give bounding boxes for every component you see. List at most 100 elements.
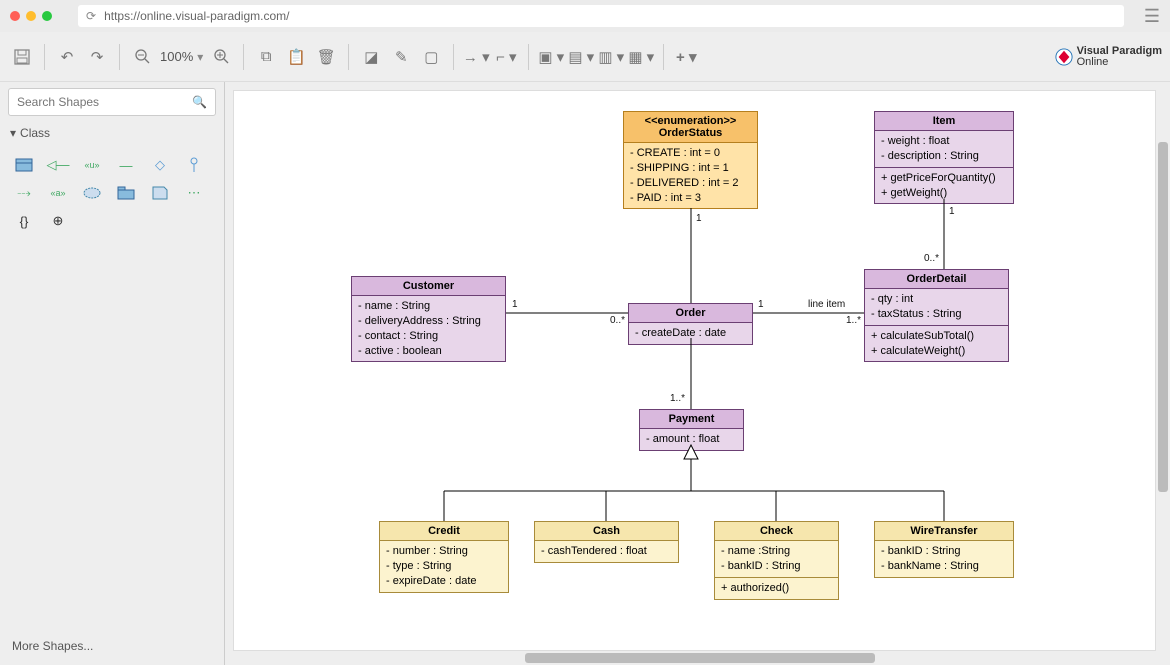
distribute-button[interactable]: ▦ ▾: [627, 43, 655, 71]
class-order-detail[interactable]: OrderDetail - qty : int - taxStatus : St…: [864, 269, 1009, 362]
palette-class-icon[interactable]: [10, 154, 38, 176]
palette-dependency-icon[interactable]: ⤏: [10, 182, 38, 204]
class-name: OrderStatus: [630, 127, 751, 139]
horizontal-scrollbar[interactable]: [225, 651, 1156, 665]
class-name: Cash: [535, 522, 678, 540]
palette-association-icon[interactable]: —: [112, 154, 140, 176]
class-name: Order: [629, 304, 752, 322]
redo-button[interactable]: ↷: [83, 43, 111, 71]
palette-package-icon[interactable]: [112, 182, 140, 204]
palette-aggregation-icon[interactable]: ◇: [146, 154, 174, 176]
search-input[interactable]: [17, 95, 192, 109]
vertical-scrollbar[interactable]: [1156, 82, 1170, 651]
palette-usage-icon[interactable]: «u»: [78, 154, 106, 176]
shadow-button[interactable]: ▢: [417, 43, 445, 71]
class-name: Credit: [380, 522, 508, 540]
url-bar[interactable]: ⟳ https://online.visual-paradigm.com/: [78, 5, 1124, 27]
class-cash[interactable]: Cash - cashTendered : float: [534, 521, 679, 563]
class-customer[interactable]: Customer - name : String - deliveryAddre…: [351, 276, 506, 362]
attrs: - CREATE : int = 0 - SHIPPING : int = 1 …: [624, 142, 757, 208]
attrs: - createDate : date: [629, 322, 752, 344]
to-back-button[interactable]: ▤ ▾: [567, 43, 595, 71]
add-button[interactable]: + ▾: [672, 43, 700, 71]
attrs: - bankID : String - bankName : String: [875, 540, 1013, 577]
class-name: Check: [715, 522, 838, 540]
attrs: - qty : int - taxStatus : String: [865, 288, 1008, 325]
category-class[interactable]: ▾ Class: [8, 122, 216, 144]
attrs: - name :String - bankID : String: [715, 540, 838, 577]
class-item[interactable]: Item - weight : float - description : St…: [874, 111, 1014, 204]
palette-abstraction-icon[interactable]: «a»: [44, 182, 72, 204]
delete-button[interactable]: 🗑: [312, 43, 340, 71]
logo-text-bottom: Online: [1077, 56, 1109, 68]
class-name: Item: [875, 112, 1013, 130]
category-label: Class: [20, 126, 50, 140]
refresh-icon[interactable]: ⟳: [86, 9, 96, 23]
mult-item: 1: [949, 206, 955, 217]
url-text: https://online.visual-paradigm.com/: [104, 9, 289, 23]
hamburger-menu-icon[interactable]: ☰: [1144, 6, 1160, 27]
attrs: - cashTendered : float: [535, 540, 678, 562]
palette-collaboration-icon[interactable]: [78, 182, 106, 204]
zoom-value[interactable]: 100%: [160, 49, 193, 64]
class-name: Customer: [352, 277, 505, 295]
maximize-window-icon[interactable]: [42, 11, 52, 21]
browser-bar: ⟳ https://online.visual-paradigm.com/ ☰: [0, 0, 1170, 32]
sidebar: 🔍 ▾ Class ◁— «u» — ◇ ⤏ «a» ⋯ {} ⊕: [0, 82, 225, 665]
attrs: - name : String - deliveryAddress : Stri…: [352, 295, 505, 361]
stereotype-label: <<enumeration>>: [630, 115, 751, 127]
attrs: - number : String - type : String - expi…: [380, 540, 508, 592]
class-name: OrderDetail: [865, 270, 1008, 288]
connector-button[interactable]: → ▾: [462, 43, 490, 71]
toolbar: ↶ ↷ 100% ▾ ⧉ 📋 🗑 ◪ ✎ ▢ → ▾ ⌐ ▾ ▣ ▾ ▤ ▾ ▥…: [0, 32, 1170, 82]
mult-orderstatus: 1: [696, 213, 702, 224]
vscroll-thumb[interactable]: [1158, 142, 1168, 492]
hscroll-thumb[interactable]: [525, 653, 875, 663]
save-button[interactable]: [8, 43, 36, 71]
diagram-canvas[interactable]: <<enumeration>> OrderStatus - CREATE : i…: [233, 90, 1156, 651]
zoom-dropdown-icon[interactable]: ▾: [197, 50, 203, 64]
paste-button[interactable]: 📋: [282, 43, 310, 71]
role-lineitem: line item: [808, 299, 845, 310]
mult-orderdetail-top: 0..*: [924, 253, 939, 264]
mult-payment: 1..*: [670, 393, 685, 404]
palette-anchor-icon[interactable]: ⋯: [180, 182, 208, 204]
align-button[interactable]: ▥ ▾: [597, 43, 625, 71]
palette-generalization-icon[interactable]: ◁—: [44, 154, 72, 176]
attrs: - amount : float: [640, 428, 743, 450]
shape-palette: ◁— «u» — ◇ ⤏ «a» ⋯ {} ⊕: [8, 150, 216, 236]
collapse-icon: ▾: [10, 126, 16, 140]
class-check[interactable]: Check - name :String - bankID : String +…: [714, 521, 839, 600]
mult-orderdetail-left: 1..*: [846, 315, 861, 326]
palette-constraint-icon[interactable]: {}: [10, 210, 38, 232]
class-name: Payment: [640, 410, 743, 428]
zoom-out-button[interactable]: [128, 43, 156, 71]
app-logo: Visual ParadigmOnline: [1055, 46, 1162, 68]
class-wire-transfer[interactable]: WireTransfer - bankID : String - bankNam…: [874, 521, 1014, 578]
close-window-icon[interactable]: [10, 11, 20, 21]
attrs: - weight : float - description : String: [875, 130, 1013, 167]
ops: + authorized(): [715, 577, 838, 599]
palette-provided-icon[interactable]: ⊕: [44, 210, 72, 232]
minimize-window-icon[interactable]: [26, 11, 36, 21]
mult-customer: 1: [512, 299, 518, 310]
copy-button[interactable]: ⧉: [252, 43, 280, 71]
search-shapes[interactable]: 🔍: [8, 88, 216, 116]
class-order[interactable]: Order - createDate : date: [628, 303, 753, 345]
search-icon: 🔍: [192, 95, 207, 109]
more-shapes-link[interactable]: More Shapes...: [8, 633, 216, 659]
palette-interface-icon[interactable]: [180, 154, 208, 176]
palette-note-icon[interactable]: [146, 182, 174, 204]
zoom-in-button[interactable]: [207, 43, 235, 71]
class-payment[interactable]: Payment - amount : float: [639, 409, 744, 451]
class-order-status[interactable]: <<enumeration>> OrderStatus - CREATE : i…: [623, 111, 758, 209]
waypoint-button[interactable]: ⌐ ▾: [492, 43, 520, 71]
mult-order-left: 0..*: [610, 315, 625, 326]
undo-button[interactable]: ↶: [53, 43, 81, 71]
to-front-button[interactable]: ▣ ▾: [537, 43, 565, 71]
class-credit[interactable]: Credit - number : String - type : String…: [379, 521, 509, 593]
ops: + getPriceForQuantity() + getWeight(): [875, 167, 1013, 204]
class-name: WireTransfer: [875, 522, 1013, 540]
fill-color-button[interactable]: ◪: [357, 43, 385, 71]
line-color-button[interactable]: ✎: [387, 43, 415, 71]
